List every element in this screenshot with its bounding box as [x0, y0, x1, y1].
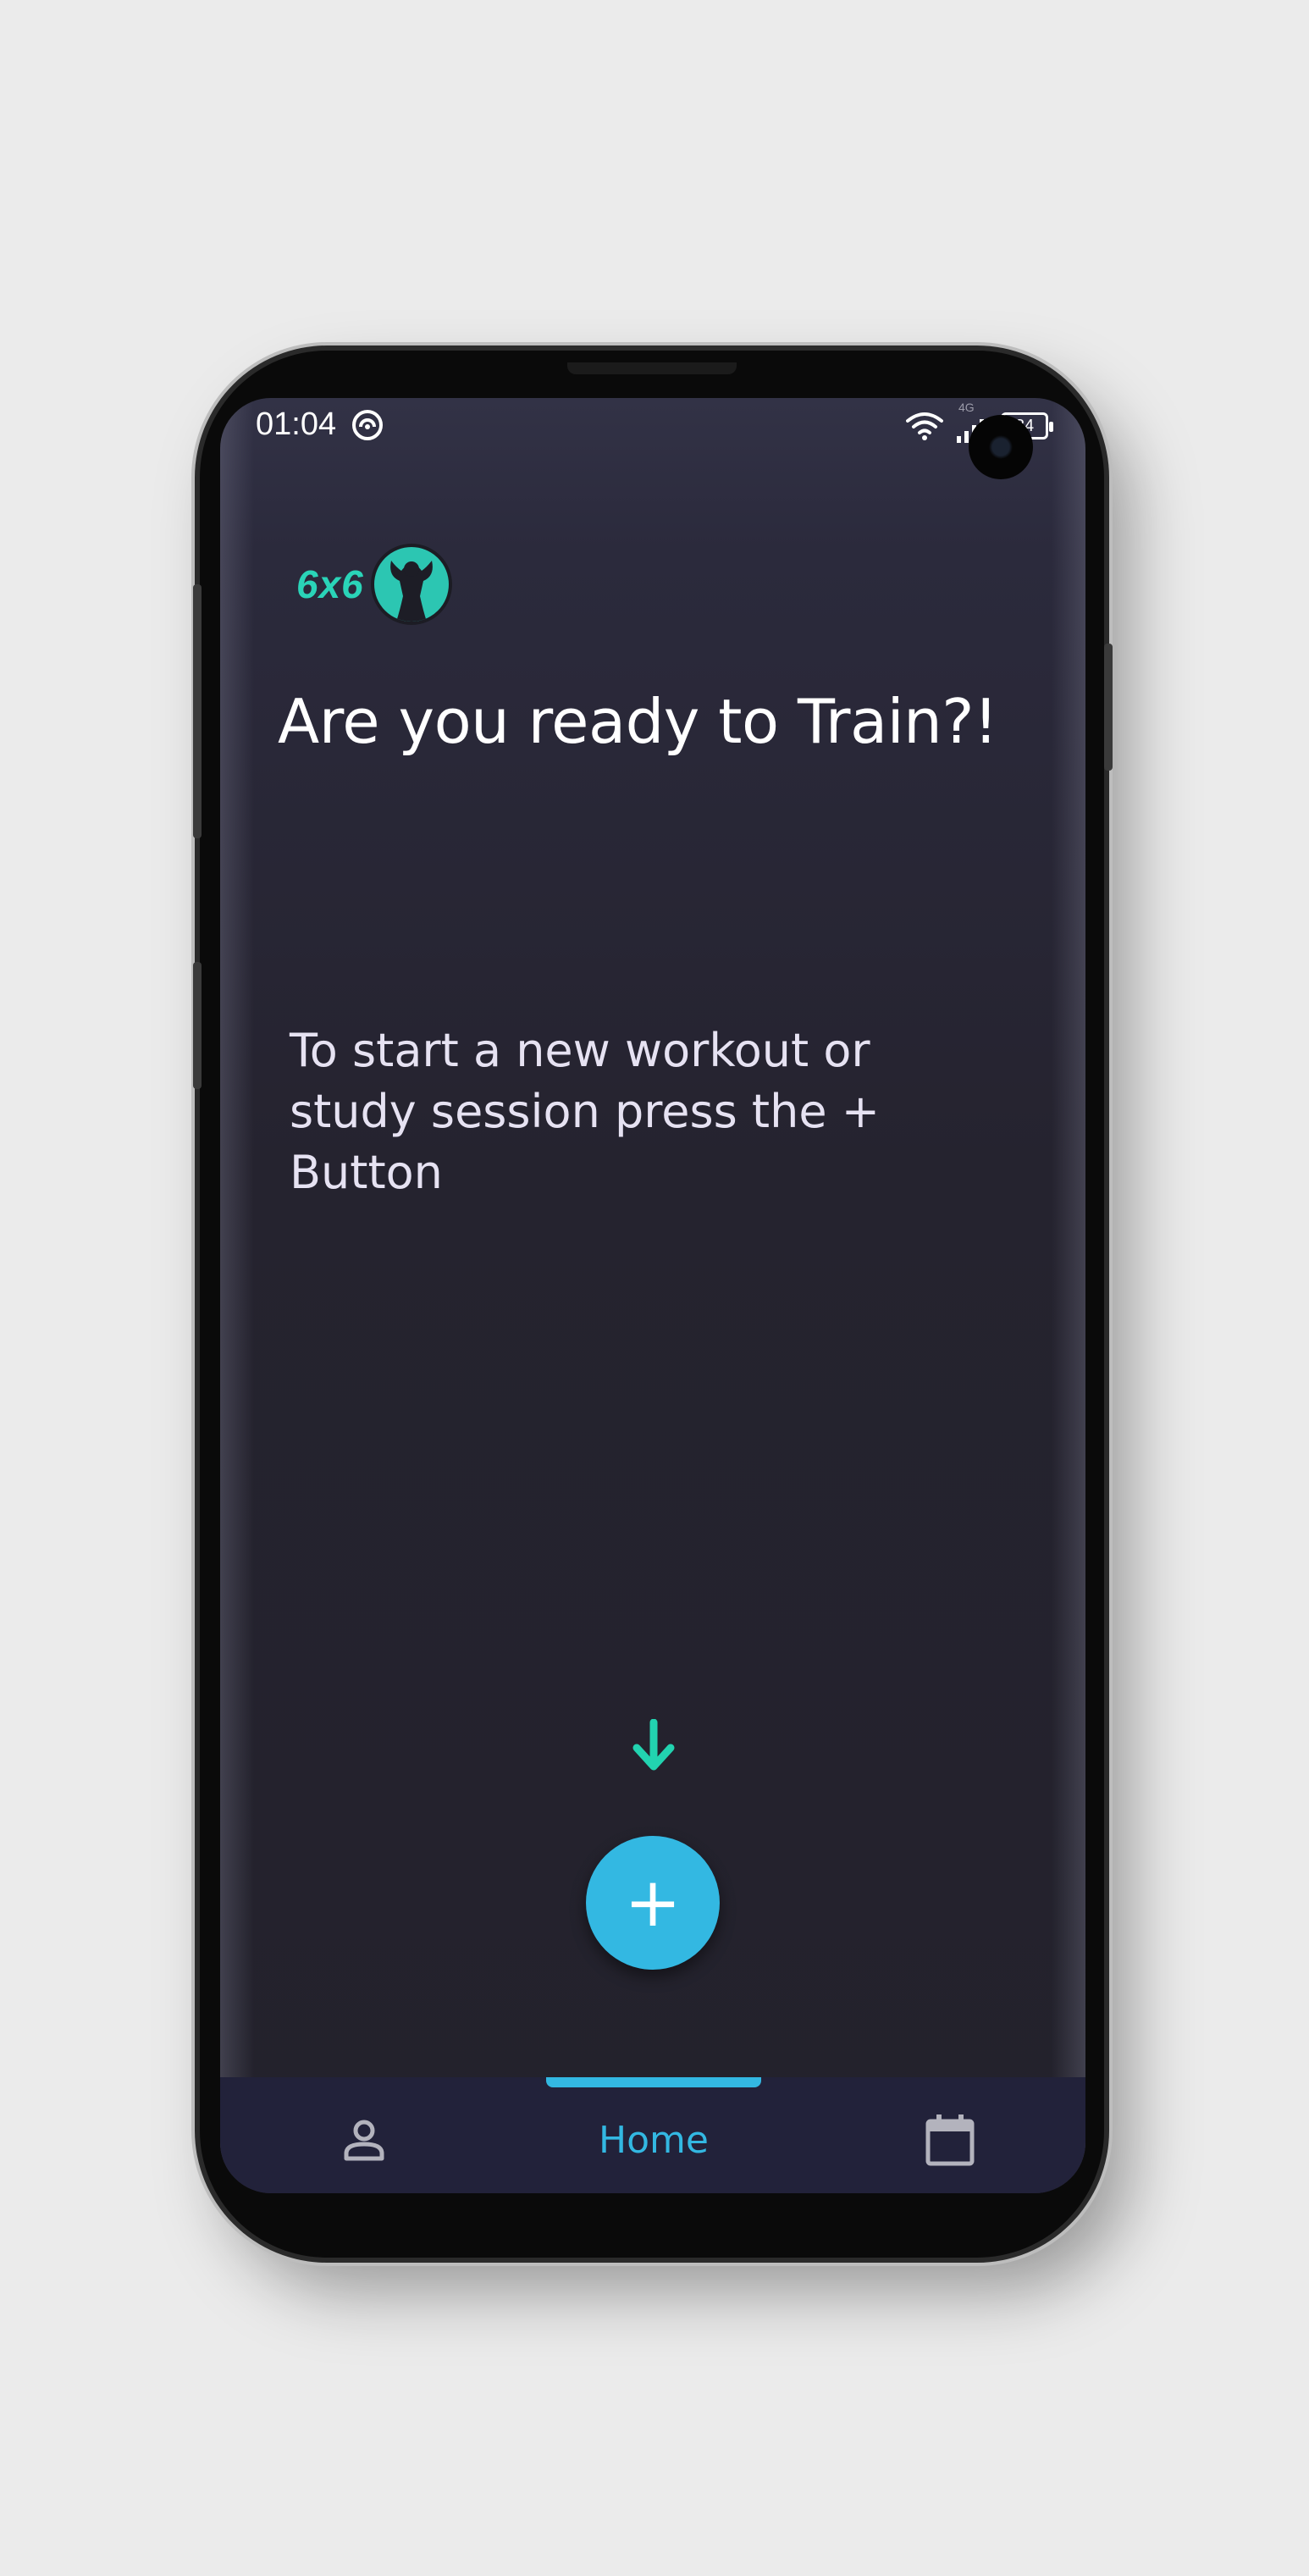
nav-item-home[interactable]: Home — [547, 2106, 760, 2174]
phone-side-button — [193, 962, 202, 1089]
phone-speaker — [567, 362, 737, 374]
network-type: 4G — [958, 401, 975, 414]
nav-item-profile[interactable] — [330, 2106, 398, 2174]
phone-side-button — [1104, 644, 1113, 771]
nav-home-label: Home — [599, 2118, 709, 2162]
status-time: 01:04 — [256, 406, 337, 442]
arrow-down-icon — [632, 1719, 675, 1771]
nav-item-calendar[interactable] — [916, 2106, 984, 2174]
page-title: Are you ready to Train?! — [278, 686, 998, 757]
logo-badge — [370, 544, 452, 625]
nav-active-indicator — [546, 2077, 761, 2087]
do-not-disturb-icon — [352, 410, 383, 440]
profile-icon — [344, 2120, 384, 2161]
screen-edge — [220, 398, 254, 2193]
calendar-icon — [925, 2114, 975, 2166]
bottom-nav: Home — [220, 2077, 1085, 2193]
wifi-icon — [906, 412, 943, 440]
app-logo: 6x6 — [296, 542, 452, 627]
phone-side-button — [193, 584, 202, 838]
add-session-button[interactable]: + — [586, 1836, 720, 1970]
screen-edge — [1052, 398, 1085, 2193]
instruction-text: To start a new workout or study session … — [290, 1024, 880, 1199]
app-screen: 01:04 4G 84 6x6 — [220, 398, 1085, 2193]
front-camera — [969, 415, 1033, 479]
logo-text: 6x6 — [296, 562, 364, 606]
athlete-icon — [389, 561, 433, 622]
